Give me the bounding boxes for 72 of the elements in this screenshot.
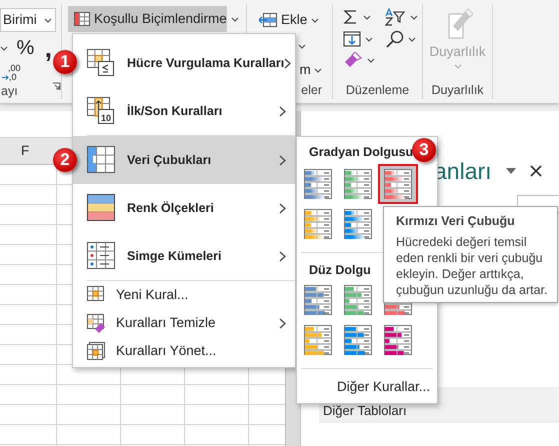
data-bar-option[interactable]: [378, 164, 418, 204]
autosum-button[interactable]: [343, 9, 371, 25]
caret-icon: [298, 44, 306, 49]
tooltip-text: Hücredeki değeri temsil eden renkli bir veri çubuğu ekleyin. Değer arttıkça, çubuğun uzunluğu da artar.: [396, 234, 549, 298]
menu-item[interactable]: Yeni Kural...: [73, 281, 295, 309]
eraser-icon: [343, 52, 363, 68]
data-bar-icon: [304, 285, 332, 315]
number-format-dropdown[interactable]: Birimi: [0, 8, 56, 32]
find-button[interactable]: [386, 30, 416, 48]
close-icon[interactable]: [530, 165, 542, 178]
dialog-launcher-icon[interactable]: [52, 82, 61, 91]
dropdown-icon[interactable]: [506, 168, 516, 174]
caret-icon: [44, 18, 52, 22]
menu-item[interactable]: Simge Kümeleri: [73, 232, 295, 280]
data-bar-icon: [344, 169, 372, 199]
menu-item[interactable]: 10 İlk/Son Kuralları: [73, 87, 295, 135]
color-scales-icon: [87, 194, 115, 222]
group-label: Düzenleme: [344, 82, 410, 99]
chevron-icon: [284, 58, 292, 68]
data-bar-icon: [344, 285, 372, 315]
menu-item[interactable]: Veri Çubukları: [73, 136, 295, 184]
icon-sets-icon: [87, 242, 115, 270]
insert-cells-icon: [259, 13, 277, 28]
menu-item[interactable]: Renk Ölçekleri: [73, 184, 295, 232]
chevron-icon: [279, 202, 286, 214]
data-bar-icon: [384, 169, 412, 199]
caret-icon: [365, 36, 373, 42]
tooltip-title: Kırmızı Veri Çubuğu: [396, 213, 516, 230]
fill-button[interactable]: [343, 31, 373, 47]
caret-icon: [363, 14, 371, 20]
insert-button[interactable]: Ekle: [255, 8, 328, 32]
sum-icon: [343, 9, 359, 25]
group-label: eler: [300, 82, 323, 99]
menu-item[interactable]: Kuralları Yönet...: [73, 337, 295, 365]
section-heading: Düz Dolgu: [309, 262, 371, 279]
data-bar-icon: [384, 325, 412, 355]
manage-rules-icon: [87, 342, 106, 360]
format-button-label[interactable]: m: [300, 60, 311, 80]
sort-filter-button[interactable]: [384, 8, 418, 26]
caret-icon: [408, 36, 416, 42]
clear-rules-icon: [87, 314, 106, 332]
data-bars-icon: [87, 146, 115, 174]
table-icon: [74, 12, 90, 26]
data-bar-icon: [304, 169, 332, 199]
group-label: Duyarlılık: [430, 82, 485, 99]
fill-icon: [343, 31, 361, 47]
chevron-icon: [279, 154, 286, 166]
caret-icon: [367, 58, 375, 62]
chevron-icon: [279, 250, 286, 262]
chevron-icon: [279, 318, 286, 328]
data-bar-icon: [344, 325, 372, 355]
group-label: ayı: [1, 83, 18, 100]
menu-item[interactable]: Kuralları Temizle: [73, 309, 295, 337]
data-bar-icon: [344, 209, 372, 239]
caret-icon: [454, 64, 462, 70]
pane-text: Diğer Tabloları: [323, 402, 407, 420]
caret-icon: [311, 18, 320, 23]
search-icon: [386, 30, 404, 48]
highlight-rules-icon: [87, 49, 115, 77]
data-bar-icon: [304, 325, 332, 355]
caret-icon: [230, 16, 239, 22]
more-rules-link[interactable]: Diğer Kurallar...: [337, 377, 430, 398]
caret-icon: [314, 68, 322, 73]
data-bar-icon: [304, 209, 332, 239]
sort-filter-icon: [384, 8, 406, 26]
arrow-icon: [2, 75, 9, 80]
section-heading: Gradyan Dolgusu: [309, 144, 414, 161]
clear-button[interactable]: [343, 52, 375, 68]
caret-icon: [0, 46, 8, 50]
caret-icon: [410, 14, 418, 20]
chevron-icon: [279, 106, 286, 116]
percent-style-button[interactable]: %: [14, 38, 36, 58]
